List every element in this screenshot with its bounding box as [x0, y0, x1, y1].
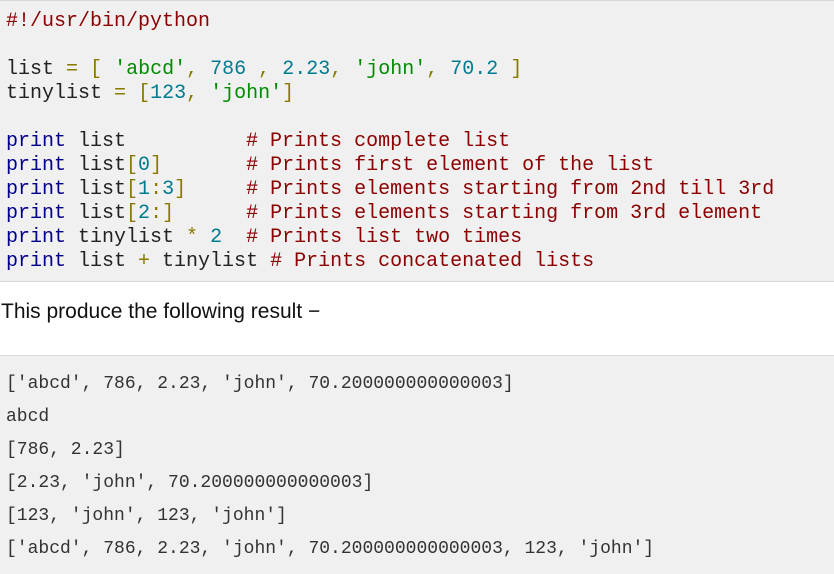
code-token-plain: list [66, 130, 247, 153]
code-token-plain: list [66, 202, 127, 225]
code-token-punct: ] [510, 58, 523, 81]
code-token-number: 2 [210, 226, 223, 249]
code-token-plain: tinylist [66, 226, 187, 249]
code-token-comment: # Prints elements starting from 3rd elem… [246, 202, 763, 225]
code-token-number: 1 [138, 178, 151, 201]
code-token-comment: # Prints elements starting from 2nd till… [246, 178, 775, 201]
code-token-comment: # Prints concatenated lists [270, 250, 595, 273]
code-token-op: * [186, 226, 199, 249]
code-token-number: 3 [162, 178, 175, 201]
code-line: #!/usr/bin/python [6, 10, 774, 34]
code-line: print list[2:] # Prints elements startin… [6, 202, 774, 226]
code-token-number: 786 [210, 58, 247, 81]
code-token-punct: , [186, 82, 199, 105]
code-token-punct: , [330, 58, 343, 81]
code-token-plain: list [6, 58, 67, 81]
code-token-number: 2 [138, 202, 151, 225]
code-token-keyword: print [6, 202, 67, 225]
code-line: list = [ 'abcd', 786 , 2.23, 'john', 70.… [6, 58, 774, 82]
output-listing: ['abcd', 786, 2.23, 'john', 70.200000000… [6, 368, 654, 566]
code-token-punct: ] [150, 154, 163, 177]
code-line: print list + tinylist # Prints concatena… [6, 250, 774, 274]
code-token-string: 'abcd' [114, 58, 187, 81]
code-token-punct: ] [174, 178, 187, 201]
code-token-punct: ] [282, 82, 295, 105]
code-token-keyword: print [6, 154, 67, 177]
code-token-comment: # Prints first element of the list [246, 154, 655, 177]
code-token-comment: # Prints complete list [246, 130, 511, 153]
code-token-plain: tinylist [150, 250, 271, 273]
code-token-keyword: print [6, 250, 67, 273]
output-line: ['abcd', 786, 2.23, 'john', 70.200000000… [6, 374, 514, 394]
code-token-string: 'john' [210, 82, 283, 105]
output-line: [123, 'john', 123, 'john'] [6, 506, 287, 526]
code-token-plain: list [66, 178, 127, 201]
code-token-punct: :] [150, 202, 175, 225]
code-token-punct: , [258, 58, 271, 81]
code-token-punct: [ [138, 82, 151, 105]
code-token-number: 2.23 [282, 58, 331, 81]
code-token-keyword: print [6, 226, 67, 249]
code-token-op: = [114, 82, 127, 105]
output-line: [2.23, 'john', 70.200000000000003] [6, 473, 374, 493]
code-listing: #!/usr/bin/python list = [ 'abcd', 786 , … [6, 10, 774, 274]
code-token-keyword: print [6, 178, 67, 201]
code-token-punct: , [186, 58, 199, 81]
code-token-number: 123 [150, 82, 187, 105]
output-block: ['abcd', 786, 2.23, 'john', 70.200000000… [0, 355, 834, 574]
code-block: #!/usr/bin/python list = [ 'abcd', 786 , … [0, 0, 834, 282]
code-token-comment: # Prints list two times [246, 226, 523, 249]
code-line: print list[1:3] # Prints elements starti… [6, 178, 774, 202]
code-token-shebang: #!/usr/bin/python [6, 10, 211, 33]
code-token-punct: [ [90, 58, 103, 81]
code-line: tinylist = [123, 'john'] [6, 82, 774, 106]
code-token-plain: list [66, 250, 139, 273]
output-line: ['abcd', 786, 2.23, 'john', 70.200000000… [6, 539, 655, 559]
code-token-op: + [138, 250, 151, 273]
code-line: print list # Prints complete list [6, 130, 774, 154]
code-token-punct: , [426, 58, 439, 81]
code-line: print tinylist * 2 # Prints list two tim… [6, 226, 774, 250]
code-token-keyword: print [6, 130, 67, 153]
code-token-string: 'john' [354, 58, 427, 81]
code-token-op: = [66, 58, 79, 81]
code-token-plain: list [66, 154, 127, 177]
output-line: [786, 2.23] [6, 440, 125, 460]
code-token-number: 0 [138, 154, 151, 177]
code-token-number: 70.2 [450, 58, 499, 81]
code-token-punct: [ [126, 178, 139, 201]
code-token-punct: : [150, 178, 163, 201]
code-token-plain: tinylist [6, 82, 115, 105]
result-intro-text: This produce the following result − [1, 300, 321, 323]
code-token-punct: [ [126, 202, 139, 225]
code-line: print list[0] # Prints first element of … [6, 154, 774, 178]
output-line: abcd [6, 407, 50, 427]
code-token-punct: [ [126, 154, 139, 177]
